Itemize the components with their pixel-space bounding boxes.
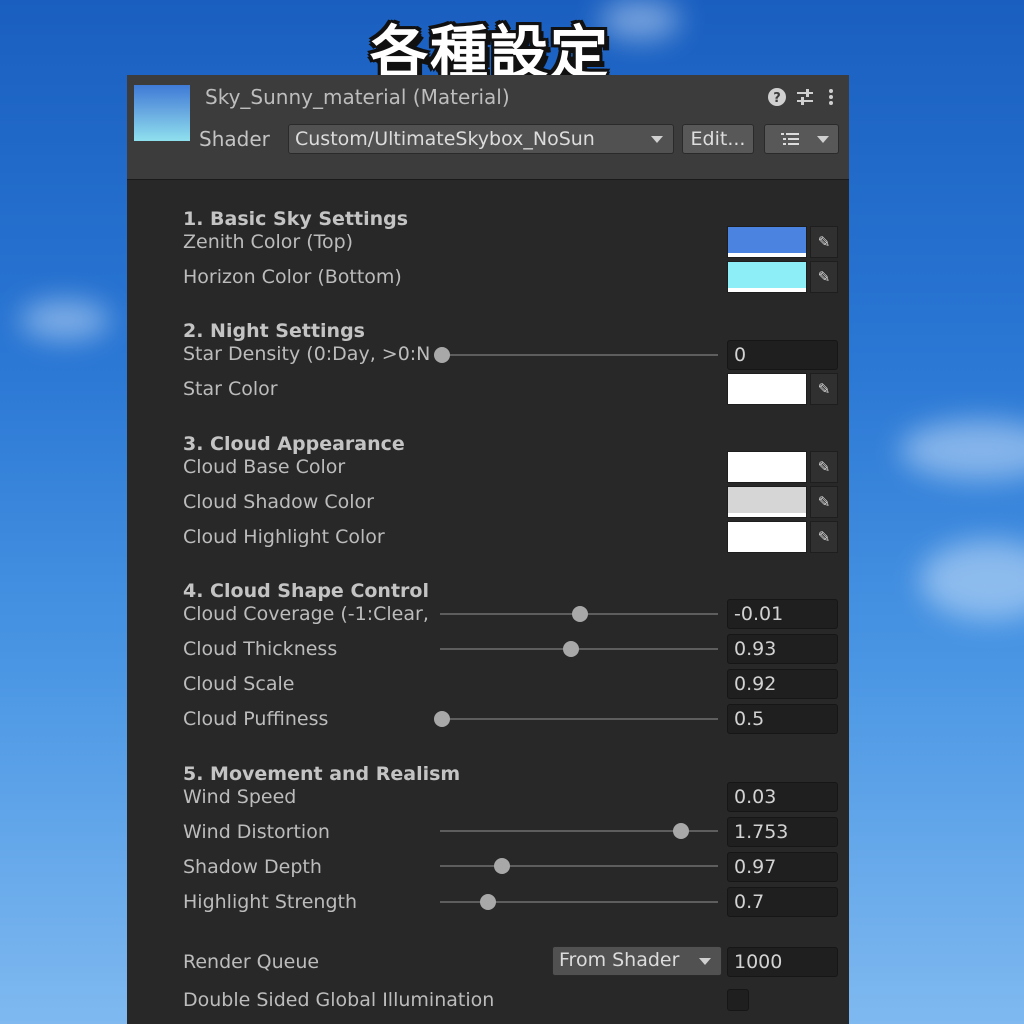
- section-cloud-appearance: 3. Cloud Appearance: [183, 433, 405, 455]
- chevron-down-icon: [817, 136, 829, 143]
- edit-shader-button[interactable]: Edit...: [682, 124, 754, 154]
- section-movement: 5. Movement and Realism: [183, 763, 461, 785]
- horizon-color-label: Horizon Color (Bottom): [183, 266, 402, 288]
- section-basic-sky: 1. Basic Sky Settings: [183, 208, 409, 230]
- cloud-base-color-swatch[interactable]: [727, 451, 807, 483]
- slider-handle[interactable]: [493, 858, 510, 874]
- render-queue-field[interactable]: 1000: [727, 947, 838, 977]
- material-title: Sky_Sunny_material (Material): [205, 85, 510, 109]
- slider-handle[interactable]: [479, 894, 496, 910]
- cloud-decoration: [20, 300, 110, 340]
- settings-sliders-icon[interactable]: [795, 87, 815, 112]
- cloud-coverage-label: Cloud Coverage (-1:Clear,: [183, 603, 429, 625]
- cloud-decoration: [900, 420, 1024, 480]
- material-inspector-panel: Sky_Sunny_material (Material) ? Shader C…: [127, 75, 849, 1024]
- list-options-button[interactable]: [764, 124, 839, 154]
- star-color-label: Star Color: [183, 378, 278, 400]
- slider-handle[interactable]: [434, 711, 450, 727]
- eyedropper-icon[interactable]: ✎: [810, 486, 838, 518]
- inspector-header: Sky_Sunny_material (Material) ? Shader C…: [127, 75, 849, 180]
- section-night: 2. Night Settings: [183, 320, 365, 342]
- horizon-color-swatch[interactable]: [727, 261, 807, 293]
- cloud-thickness-label: Cloud Thickness: [183, 638, 338, 660]
- chevron-down-icon: [699, 958, 711, 965]
- cloud-decoration: [920, 540, 1024, 620]
- cloud-puffiness-slider[interactable]: [440, 718, 718, 720]
- highlight-strength-field[interactable]: 0.7: [727, 887, 838, 917]
- cloud-base-color-label: Cloud Base Color: [183, 456, 346, 478]
- eyedropper-icon[interactable]: ✎: [810, 226, 838, 258]
- shader-dropdown[interactable]: Custom/UltimateSkybox_NoSun: [288, 124, 674, 154]
- render-queue-dropdown[interactable]: From Shader: [552, 946, 722, 976]
- shader-label: Shader: [199, 127, 270, 151]
- slider-handle[interactable]: [563, 641, 580, 657]
- render-queue-mode: From Shader: [559, 949, 680, 971]
- help-icon[interactable]: ?: [767, 87, 787, 112]
- zenith-color-swatch[interactable]: [727, 226, 807, 258]
- material-preview-thumbnail[interactable]: [134, 85, 190, 141]
- wind-distortion-field[interactable]: 1.753: [727, 817, 838, 847]
- cloud-shadow-color-label: Cloud Shadow Color: [183, 491, 374, 513]
- shader-dropdown-value: Custom/UltimateSkybox_NoSun: [295, 128, 595, 150]
- slider-handle[interactable]: [434, 347, 450, 363]
- star-density-label: Star Density (0:Day, >0:N: [183, 343, 431, 365]
- cloud-highlight-color-label: Cloud Highlight Color: [183, 526, 385, 548]
- cloud-scale-label: Cloud Scale: [183, 673, 295, 695]
- wind-distortion-label: Wind Distortion: [183, 821, 330, 843]
- eyedropper-icon[interactable]: ✎: [810, 373, 838, 405]
- zenith-color-label: Zenith Color (Top): [183, 231, 354, 253]
- wind-speed-label: Wind Speed: [183, 786, 297, 808]
- star-density-slider[interactable]: [440, 354, 718, 356]
- more-vert-icon[interactable]: [827, 87, 835, 112]
- slider-handle[interactable]: [571, 606, 588, 622]
- star-color-swatch[interactable]: [727, 373, 807, 405]
- cloud-puffiness-label: Cloud Puffiness: [183, 708, 329, 730]
- chevron-down-icon: [651, 136, 663, 143]
- highlight-strength-label: Highlight Strength: [183, 891, 358, 913]
- cloud-highlight-color-swatch[interactable]: [727, 521, 807, 553]
- shadow-depth-label: Shadow Depth: [183, 856, 322, 878]
- cloud-thickness-field[interactable]: 0.93: [727, 634, 838, 664]
- slider-handle[interactable]: [673, 823, 690, 839]
- shadow-depth-slider[interactable]: [440, 865, 718, 867]
- star-density-field[interactable]: 0: [727, 340, 838, 370]
- cloud-scale-field[interactable]: 0.92: [727, 669, 838, 699]
- eyedropper-icon[interactable]: ✎: [810, 261, 838, 293]
- eyedropper-icon[interactable]: ✎: [810, 521, 838, 553]
- double-sided-gi-checkbox[interactable]: [727, 989, 749, 1011]
- list-icon: [781, 131, 801, 151]
- cloud-shadow-color-swatch[interactable]: [727, 486, 807, 518]
- svg-text:?: ?: [773, 91, 781, 106]
- section-cloud-shape: 4. Cloud Shape Control: [183, 580, 429, 602]
- cloud-coverage-field[interactable]: -0.01: [727, 599, 838, 629]
- shadow-depth-field[interactable]: 0.97: [727, 852, 838, 882]
- eyedropper-icon[interactable]: ✎: [810, 451, 838, 483]
- render-queue-label: Render Queue: [183, 951, 320, 973]
- double-sided-gi-label: Double Sided Global Illumination: [183, 989, 495, 1011]
- wind-speed-field[interactable]: 0.03: [727, 782, 838, 812]
- cloud-puffiness-field[interactable]: 0.5: [727, 704, 838, 734]
